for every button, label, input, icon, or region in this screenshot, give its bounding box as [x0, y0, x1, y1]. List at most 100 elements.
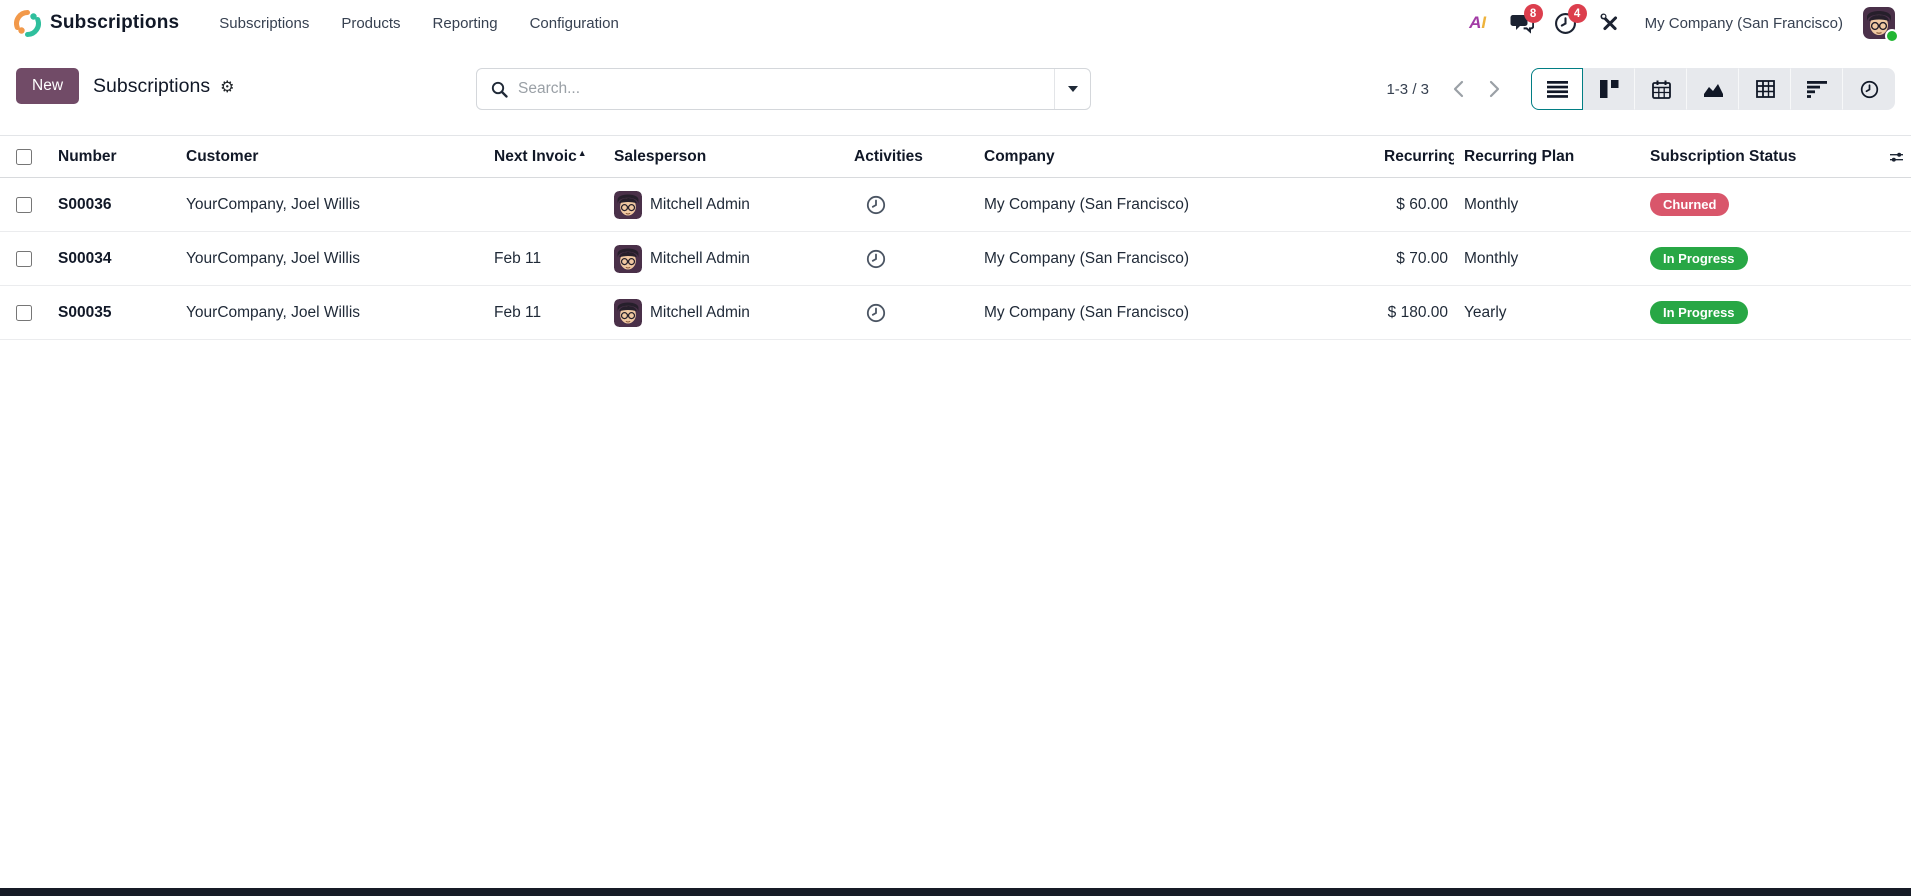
control-panel: New Subscriptions ⚙ 1-3 / 3 — [0, 46, 1911, 135]
table-row[interactable]: S00036 YourCompany, Joel Willis Mitchell… — [0, 178, 1911, 232]
header-next-invoice[interactable]: Next Invoic▲ — [484, 148, 604, 166]
chevron-right-icon — [1489, 80, 1500, 98]
cell-next-invoice[interactable]: Feb 11 — [484, 250, 604, 268]
main-menu: Subscriptions Products Reporting Configu… — [205, 9, 633, 38]
cell-status[interactable]: Churned — [1640, 193, 1880, 216]
row-checkbox[interactable] — [16, 251, 32, 267]
gantt-view-icon — [1807, 81, 1827, 98]
activity-clock-icon — [866, 303, 886, 323]
cell-activities[interactable] — [844, 249, 974, 269]
cell-recurring-plan[interactable]: Yearly — [1454, 304, 1640, 322]
salesperson-avatar — [614, 191, 642, 219]
header-customer[interactable]: Customer — [176, 148, 484, 166]
messages-icon[interactable]: 8 — [1505, 6, 1539, 40]
new-button[interactable]: New — [16, 68, 79, 104]
row-checkbox[interactable] — [16, 197, 32, 213]
view-kanban-button[interactable] — [1583, 68, 1635, 110]
cell-customer[interactable]: YourCompany, Joel Willis — [176, 196, 484, 214]
search-dropdown-toggle[interactable] — [1054, 69, 1090, 109]
cell-customer[interactable]: YourCompany, Joel Willis — [176, 250, 484, 268]
optional-columns-button[interactable] — [1880, 150, 1911, 164]
cell-status[interactable]: In Progress — [1640, 301, 1880, 324]
cell-company[interactable]: My Company (San Francisco) — [974, 196, 1374, 214]
status-badge: In Progress — [1650, 301, 1748, 324]
search-input[interactable] — [518, 69, 1054, 109]
header-company[interactable]: Company — [974, 148, 1374, 166]
header-recurring[interactable]: Recurring — [1374, 148, 1454, 166]
top-navbar: Subscriptions Subscriptions Products Rep… — [0, 0, 1911, 46]
subscriptions-list: Number Customer Next Invoic▲ Salesperson… — [0, 135, 1911, 340]
cell-activities[interactable] — [844, 195, 974, 215]
user-menu[interactable] — [1863, 7, 1895, 39]
kanban-view-icon — [1600, 80, 1619, 98]
header-subscription-status[interactable]: Subscription Status — [1640, 148, 1880, 166]
cell-number[interactable]: S00034 — [48, 250, 176, 268]
cell-customer[interactable]: YourCompany, Joel Willis — [176, 304, 484, 322]
header-salesperson[interactable]: Salesperson — [604, 148, 844, 166]
pager-nav — [1443, 74, 1509, 104]
action-gear-icon[interactable]: ⚙ — [220, 77, 234, 96]
cell-status[interactable]: In Progress — [1640, 247, 1880, 270]
page-title: Subscriptions — [93, 75, 210, 98]
view-list-button[interactable] — [1531, 68, 1583, 110]
view-switcher — [1531, 68, 1895, 110]
ai-assistant-icon[interactable]: AI — [1461, 6, 1495, 40]
app-switcher[interactable]: Subscriptions — [14, 10, 179, 37]
cell-salesperson[interactable]: Mitchell Admin — [604, 299, 844, 327]
view-graph-button[interactable] — [1687, 68, 1739, 110]
menu-configuration[interactable]: Configuration — [516, 9, 633, 38]
cell-activities[interactable] — [844, 303, 974, 323]
company-switcher[interactable]: My Company (San Francisco) — [1645, 15, 1843, 32]
menu-reporting[interactable]: Reporting — [419, 9, 512, 38]
debug-tools-icon[interactable] — [1593, 6, 1627, 40]
menu-subscriptions[interactable]: Subscriptions — [205, 9, 323, 38]
search-icon — [491, 81, 508, 98]
salesperson-avatar — [614, 299, 642, 327]
bottom-edge-bar — [0, 888, 1911, 896]
row-checkbox[interactable] — [16, 305, 32, 321]
cell-recurring[interactable]: $ 60.00 — [1374, 196, 1454, 214]
calendar-view-icon — [1652, 80, 1671, 99]
messages-badge: 8 — [1524, 4, 1543, 23]
list-body: S00036 YourCompany, Joel Willis Mitchell… — [0, 178, 1911, 340]
cell-company[interactable]: My Company (San Francisco) — [974, 250, 1374, 268]
cell-company[interactable]: My Company (San Francisco) — [974, 304, 1374, 322]
cell-recurring[interactable]: $ 70.00 — [1374, 250, 1454, 268]
salesperson-avatar — [614, 245, 642, 273]
table-row[interactable]: S00035 YourCompany, Joel Willis Feb 11 M… — [0, 286, 1911, 340]
view-activity-button[interactable] — [1843, 68, 1895, 110]
sort-asc-icon: ▲ — [578, 148, 587, 158]
pager-next-button[interactable] — [1479, 74, 1509, 104]
cell-recurring-plan[interactable]: Monthly — [1454, 250, 1640, 268]
view-gantt-button[interactable] — [1791, 68, 1843, 110]
cell-recurring[interactable]: $ 180.00 — [1374, 304, 1454, 322]
header-number[interactable]: Number — [48, 148, 176, 166]
header-recurring-plan[interactable]: Recurring Plan — [1454, 148, 1640, 166]
chevron-down-icon — [1067, 85, 1079, 93]
online-status-dot — [1885, 29, 1899, 43]
header-activities[interactable]: Activities — [844, 148, 974, 166]
pager-previous-button[interactable] — [1443, 74, 1473, 104]
activities-systray-icon[interactable]: 4 — [1549, 6, 1583, 40]
pager-range: 1-3 / 3 — [1386, 81, 1429, 98]
cell-salesperson[interactable]: Mitchell Admin — [604, 191, 844, 219]
list-view-icon — [1547, 81, 1568, 98]
graph-view-icon — [1703, 81, 1724, 98]
cell-salesperson[interactable]: Mitchell Admin — [604, 245, 844, 273]
view-calendar-button[interactable] — [1635, 68, 1687, 110]
select-all-checkbox[interactable] — [16, 149, 32, 165]
odoo-logo-icon — [14, 10, 41, 37]
activity-view-icon — [1860, 80, 1879, 99]
view-pivot-button[interactable] — [1739, 68, 1791, 110]
systray: AI 8 4 My Company (San Francisco) — [1461, 6, 1895, 40]
activity-clock-icon — [866, 249, 886, 269]
menu-products[interactable]: Products — [327, 9, 414, 38]
search-bar[interactable] — [476, 68, 1091, 110]
activities-badge: 4 — [1568, 4, 1587, 23]
cell-next-invoice[interactable]: Feb 11 — [484, 304, 604, 322]
cell-recurring-plan[interactable]: Monthly — [1454, 196, 1640, 214]
cell-number[interactable]: S00036 — [48, 196, 176, 214]
table-row[interactable]: S00034 YourCompany, Joel Willis Feb 11 M… — [0, 232, 1911, 286]
app-name[interactable]: Subscriptions — [50, 12, 179, 34]
cell-number[interactable]: S00035 — [48, 304, 176, 322]
